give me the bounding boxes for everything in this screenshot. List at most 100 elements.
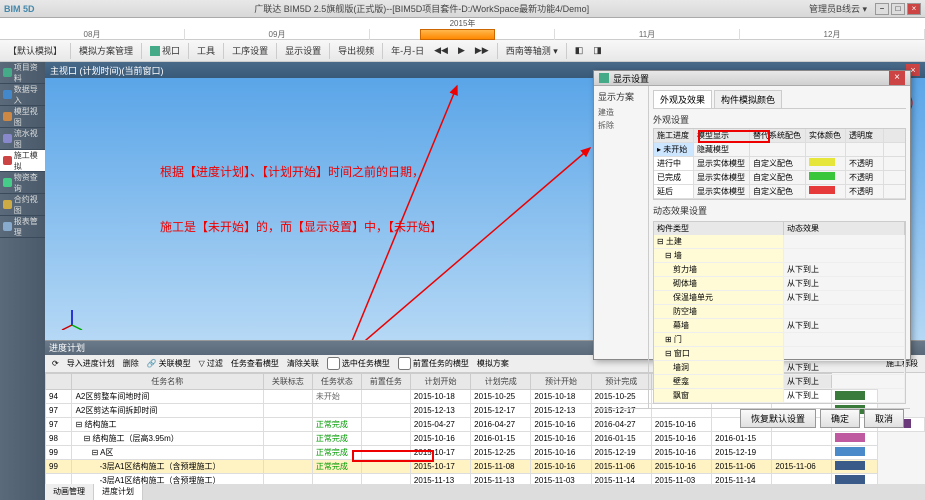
tab-anim[interactable]: 动画管理 [45,484,94,500]
sim-scheme: 模拟方案 [474,357,512,370]
relate-button[interactable]: 🔗关联模型 [144,357,194,370]
effect-header: 动态效果设置 [653,204,906,217]
render-icon[interactable]: ◧ [571,43,588,58]
annotation-1: 根据【进度计划】、【计划开始】时间之前的日期， [160,163,424,180]
table-row[interactable]: 98 ⊟ 结构施工（层高3.95m）正常完成2015-10-162016-01-… [46,432,925,446]
component-row[interactable]: ⊞ 门 [654,333,905,347]
sidebar-item[interactable]: 物资查询 [0,172,45,194]
sidebar-label: 数据导入 [14,84,45,106]
table-col[interactable] [46,374,72,390]
highlight-box-hidden [698,130,770,143]
sidebar-label: 物资查询 [14,172,45,194]
timeline-month[interactable]: 08月 [0,29,185,40]
tool-button[interactable]: 工具 [193,42,219,59]
status-row[interactable]: 进行中显示实体模型自定义配色不透明 [654,157,905,171]
col-comp-type: 构件类型 [654,222,784,235]
import-plan-button[interactable]: 导入进度计划 [64,357,118,370]
axis-gizmo[interactable] [60,305,85,330]
user-menu[interactable]: 管理员B线云 ▾ [809,2,867,15]
sidebar-icon [3,90,12,99]
table-row[interactable]: 99 ⊟ A区正常完成2015-10-172015-12-252015-10-1… [46,446,925,460]
timeline-month[interactable]: 11月 [555,29,740,40]
status-grid[interactable]: 施工进度模型显示替代系统配色实体颜色透明度▸ 未开始隐藏模型进行中显示实体模型自… [653,128,906,200]
reset-button[interactable]: 恢复默认设置 [740,409,816,428]
status-row[interactable]: ▸ 未开始隐藏模型 [654,143,905,157]
component-row[interactable]: 防空墙 [654,305,905,319]
window-close[interactable]: × [907,3,921,15]
window-min[interactable]: − [875,3,889,15]
play-icon[interactable]: ▶ [454,43,469,58]
sim-dropdown[interactable]: 【默认模拟】 [4,42,66,59]
sidebar-label: 施工模拟 [14,150,45,172]
table-col[interactable]: 前置任务 [361,374,410,390]
sidebar-item[interactable]: 流水视图 [0,128,45,150]
date-format[interactable]: 年-月-日 [387,42,428,59]
timeline-selection[interactable] [420,29,495,40]
filter-button[interactable]: ▽过滤 [196,357,226,370]
table-row[interactable]: -3层A1区结构施工（含预埋施工）2015-11-132015-11-13201… [46,474,925,485]
timeline[interactable]: 2015年 08月09月10月11月12月 [0,18,925,40]
viewport-button[interactable]: 视口 [146,42,184,59]
timeline-month[interactable]: 09月 [185,29,370,40]
scheme-item[interactable]: 建造 [598,106,644,119]
window-max[interactable]: □ [891,3,905,15]
table-col[interactable]: 预计开始 [531,374,591,390]
delete-button[interactable]: 删除 [120,357,142,370]
clear-rel-button[interactable]: 清除关联 [284,357,322,370]
component-row[interactable]: 保温墙单元从下到上 [654,291,905,305]
play-prev-icon[interactable]: ◀◀ [430,43,452,58]
tab-schedule[interactable]: 进度计划 [94,484,143,500]
sidebar-label: 项目资料 [14,62,45,84]
ok-button[interactable]: 确定 [820,409,860,428]
table-col[interactable]: 任务名称 [71,374,263,390]
dialog-title: 显示设置 [613,72,649,85]
table-col[interactable]: 关联标志 [263,374,312,390]
color-chip [835,475,865,484]
dlg-tab-appearance[interactable]: 外观及效果 [653,90,712,108]
sidebar-item[interactable]: 合约视图 [0,194,45,216]
component-row[interactable]: ⊟ 土建 [654,235,905,249]
dialog-icon [599,73,609,83]
component-row[interactable]: 剪力墙从下到上 [654,263,905,277]
sidebar-item[interactable]: 模型视图 [0,106,45,128]
component-row[interactable]: 壁龛从下到上 [654,375,905,389]
plan-manage-button[interactable]: 模拟方案管理 [75,42,137,59]
sidebar-icon [3,112,12,121]
table-col[interactable]: 任务状态 [312,374,361,390]
export-button[interactable]: 导出视频 [334,42,378,59]
display-settings-button[interactable]: 显示设置 [281,42,325,59]
status-row[interactable]: 已完成显示实体模型自定义配色不透明 [654,171,905,185]
status-row[interactable]: 延后显示实体模型自定义配色不透明 [654,185,905,199]
component-row[interactable]: ⊟ 墙 [654,249,905,263]
grid-col: 透明度 [846,129,884,142]
component-list[interactable]: 构件类型 动态效果 ⊟ 土建 ⊟ 墙 剪力墙从下到上 砌体墙从下到上 保温墙单元… [653,221,906,404]
component-row[interactable]: 墙洞从下到上 [654,361,905,375]
sidebar-item[interactable]: 报表管理 [0,216,45,238]
render-icon-2[interactable]: ◨ [589,43,606,58]
dialog-close-icon[interactable]: × [889,71,905,85]
component-row[interactable]: 砌体墙从下到上 [654,277,905,291]
task-view-button[interactable]: 任务查看横型 [228,357,282,370]
view-mode-dropdown[interactable]: 西南等轴测 ▾ [502,42,562,59]
component-row[interactable]: 飘窗从下到上 [654,389,905,403]
table-row[interactable]: 99 -3层A1区结构施工（含预埋施工）正常完成2015-10-172015-1… [46,460,925,474]
scheme-item[interactable]: 拆除 [598,119,644,132]
sidebar-icon [3,222,12,231]
component-row[interactable]: 幕墙从下到上 [654,319,905,333]
component-row[interactable]: ⊟ 窗口 [654,347,905,361]
chk-selected[interactable]: 选中任务横型 [324,356,393,371]
app-title: 广联达 BIM5D 2.5旗舰版(正式版)--[BIM5D项目套件-D:/Wor… [35,2,809,15]
table-col[interactable]: 计划开始 [410,374,470,390]
play-next-icon[interactable]: ▶▶ [471,43,493,58]
timeline-month[interactable]: 12月 [740,29,925,40]
cancel-button[interactable]: 取消 [864,409,904,428]
dlg-tab-colors[interactable]: 构件模拟颜色 [714,90,782,108]
process-button[interactable]: 工序设置 [228,42,272,59]
sidebar-item[interactable]: 项目资料 [0,62,45,84]
chk-pre[interactable]: 前置任务的横型 [395,356,472,371]
table-col[interactable]: 计划完成 [471,374,531,390]
refresh-icon[interactable]: ⟳ [49,358,62,369]
sidebar-item[interactable]: 施工模拟 [0,150,45,172]
col-effect: 动态效果 [784,222,905,235]
sidebar-item[interactable]: 数据导入 [0,84,45,106]
